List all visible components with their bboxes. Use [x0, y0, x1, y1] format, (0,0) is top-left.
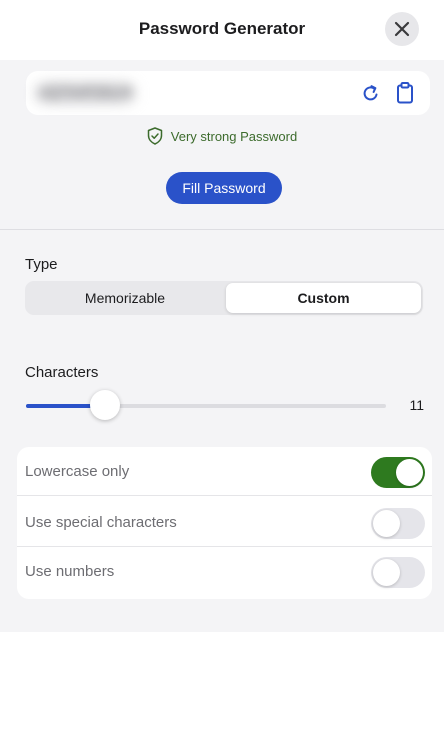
toggle-knob	[396, 459, 423, 486]
page-title: Password Generator	[138, 19, 306, 38]
option-row-special: Use special characters	[17, 498, 432, 547]
characters-label: Characters	[25, 364, 99, 381]
header: Password Generator	[0, 0, 444, 60]
strength-indicator: Very strong Password	[0, 127, 444, 145]
type-option-memorizable[interactable]: Memorizable	[27, 283, 223, 313]
lowercase-only-toggle[interactable]	[371, 457, 425, 488]
option-label: Use special characters	[25, 514, 177, 531]
row-divider	[17, 495, 432, 496]
regenerate-button[interactable]	[358, 80, 384, 106]
options-list: Lowercase only Use special characters Us…	[17, 447, 432, 599]
toggle-knob	[373, 559, 400, 586]
toggle-knob	[373, 510, 400, 537]
close-icon	[394, 21, 410, 37]
copy-button[interactable]	[392, 80, 418, 106]
characters-slider[interactable]	[26, 390, 386, 420]
close-button[interactable]	[385, 12, 419, 46]
option-label: Use numbers	[25, 563, 115, 580]
strength-text: Very strong Password	[170, 128, 298, 144]
special-characters-toggle[interactable]	[371, 508, 425, 539]
section-divider	[0, 229, 444, 230]
numbers-toggle[interactable]	[371, 557, 425, 588]
fill-password-button[interactable]: Fill Password	[166, 172, 282, 204]
slider-thumb[interactable]	[90, 390, 121, 420]
characters-count: 11	[409, 397, 424, 413]
option-label: Lowercase only	[25, 463, 130, 480]
shield-check-icon	[147, 127, 163, 145]
option-row-numbers: Use numbers	[17, 547, 432, 596]
type-option-custom[interactable]: Custom	[226, 283, 421, 313]
password-value: xQ7!mP2kLr9	[40, 84, 132, 101]
option-row-lowercase: Lowercase only	[17, 447, 432, 496]
type-label: Type	[25, 256, 58, 273]
password-generator-sheet: Password Generator xQ7!mP2kLr9 Very stro…	[0, 0, 444, 632]
refresh-icon	[363, 85, 378, 101]
clipboard-icon	[397, 82, 413, 104]
type-segmented-control: Memorizable Custom	[25, 281, 423, 315]
password-field: xQ7!mP2kLr9	[26, 71, 430, 115]
